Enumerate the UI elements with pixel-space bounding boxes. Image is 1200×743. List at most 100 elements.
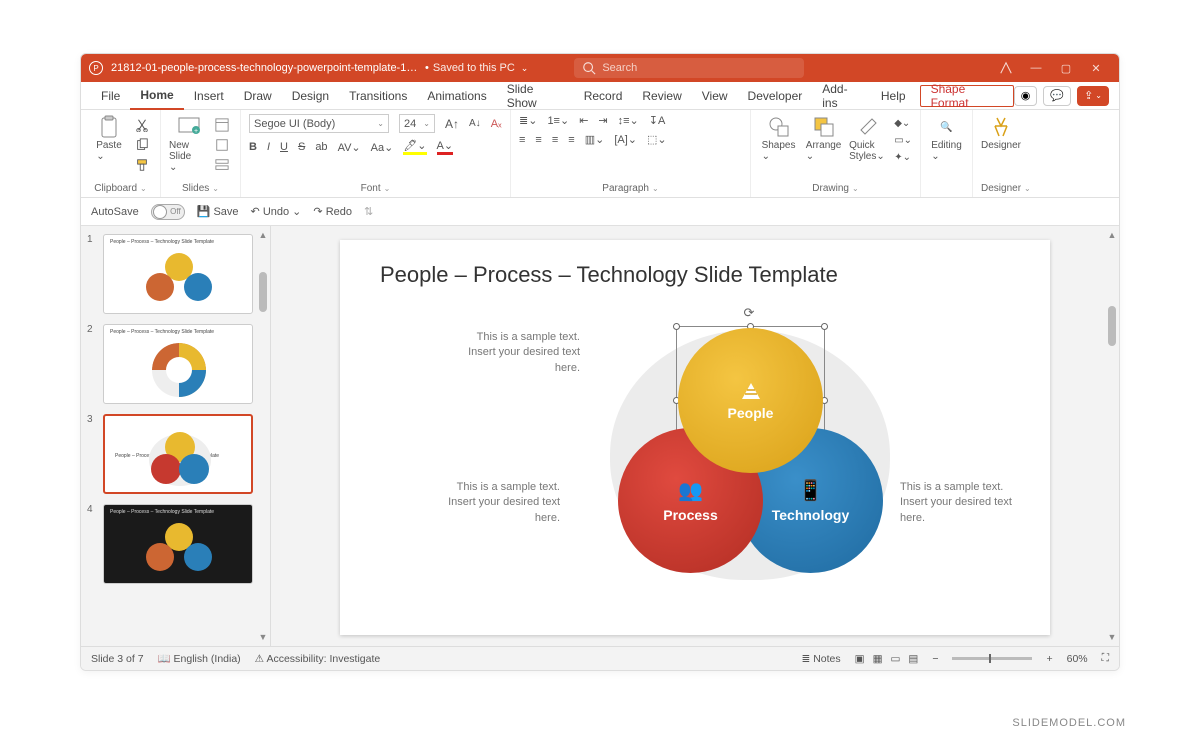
align-text-button[interactable]: [A]⌄ <box>614 133 637 146</box>
reading-view-button[interactable]: ▭ <box>891 653 901 665</box>
zoom-out-button[interactable]: − <box>932 653 938 665</box>
numbering-button[interactable]: 1≡⌄ <box>547 114 569 127</box>
spacing-button[interactable]: AV⌄ <box>338 141 361 154</box>
line-spacing-button[interactable]: ↕≡⌄ <box>618 114 639 127</box>
ribbon: Paste⌄ Clipboard + New Slide⌄ <box>81 110 1119 198</box>
tab-addins[interactable]: Add-ins <box>812 82 871 110</box>
tab-transitions[interactable]: Transitions <box>339 82 417 110</box>
normal-view-button[interactable]: ▣ <box>855 653 865 665</box>
tab-shape-format[interactable]: Shape Format <box>920 85 1014 107</box>
tab-insert[interactable]: Insert <box>184 82 234 110</box>
cut-icon[interactable] <box>135 118 149 132</box>
notes-button[interactable]: ≣ Notes <box>802 653 841 665</box>
reset-icon[interactable] <box>215 138 229 152</box>
columns-button[interactable]: ▥⌄ <box>585 133 605 146</box>
record-button[interactable]: ◉ <box>1014 86 1038 106</box>
tab-home[interactable]: Home <box>130 82 183 110</box>
tab-help[interactable]: Help <box>871 82 916 110</box>
zoom-slider[interactable] <box>952 657 1032 660</box>
tab-draw[interactable]: Draw <box>234 82 282 110</box>
indent-dec-button[interactable]: ⇤ <box>579 114 588 127</box>
font-size-select[interactable]: 24⌄ <box>399 114 435 133</box>
search-input[interactable]: Search <box>574 58 804 78</box>
editing-button[interactable]: 🔍Editing⌄ <box>929 114 964 162</box>
tab-view[interactable]: View <box>692 82 738 110</box>
highlight-button[interactable]: 🖊⌄ <box>403 139 426 155</box>
comments-button[interactable]: 💬 <box>1043 86 1071 106</box>
find-icon: 🔍 <box>936 116 958 138</box>
rotate-handle-icon[interactable]: ⟳ <box>744 305 758 319</box>
section-icon[interactable] <box>215 158 229 172</box>
redo-button[interactable]: ↷ Redo <box>313 205 352 218</box>
tab-slideshow[interactable]: Slide Show <box>497 82 574 110</box>
autosave-toggle[interactable]: Off <box>151 204 185 220</box>
italic-button[interactable]: I <box>267 141 270 153</box>
align-center-button[interactable]: ≡ <box>535 134 541 146</box>
justify-button[interactable]: ≡ <box>568 134 574 146</box>
accessibility-status[interactable]: ⚠ Accessibility: Investigate <box>255 653 381 665</box>
underline-button[interactable]: U <box>280 141 288 153</box>
fit-button[interactable]: ⛶ <box>1102 652 1109 665</box>
case-button[interactable]: Aa⌄ <box>371 141 394 154</box>
slide-canvas[interactable]: People – Process – Technology Slide Temp… <box>271 226 1119 646</box>
clear-format-icon[interactable]: Aₓ <box>491 118 502 130</box>
thumb-scrollbar[interactable]: ▲▼ <box>256 226 270 646</box>
tab-animations[interactable]: Animations <box>417 82 496 110</box>
tab-file[interactable]: File <box>91 82 130 110</box>
shape-outline-icon[interactable]: ▭⌄ <box>894 135 912 146</box>
canvas-scrollbar[interactable]: ▲▼ <box>1105 226 1119 646</box>
designer-button[interactable]: Designer <box>981 114 1021 151</box>
thumbnail-2[interactable]: 2 People – Process – Technology Slide Te… <box>87 324 264 404</box>
maximize-button[interactable]: ▢ <box>1051 54 1081 82</box>
thumbnail-1[interactable]: 1 People – Process – Technology Slide Te… <box>87 234 264 314</box>
tab-developer[interactable]: Developer <box>738 82 813 110</box>
quick-styles-button[interactable]: Quick Styles⌄ <box>849 114 888 162</box>
font-family-select[interactable]: Segoe UI (Body)⌄ <box>249 114 389 133</box>
shapes-button[interactable]: Shapes⌄ <box>759 114 798 162</box>
thumbnail-4[interactable]: 4 People – Process – Technology Slide Te… <box>87 504 264 584</box>
bullets-button[interactable]: ≣⌄ <box>519 114 537 127</box>
slideshow-view-button[interactable]: ▤ <box>908 653 918 665</box>
slide-counter[interactable]: Slide 3 of 7 <box>91 653 144 665</box>
grow-font-icon[interactable]: A↑ <box>445 117 459 131</box>
tab-record[interactable]: Record <box>574 82 633 110</box>
align-right-button[interactable]: ≡ <box>552 134 558 146</box>
shadow-button[interactable]: ab <box>315 141 327 153</box>
copy-icon[interactable] <box>135 138 149 152</box>
layout-icon[interactable] <box>215 118 229 132</box>
tab-design[interactable]: Design <box>282 82 339 110</box>
sorter-view-button[interactable]: ▦ <box>873 653 883 665</box>
thumbnail-3[interactable]: 3 People – Process – Technology Slide Te… <box>87 414 264 494</box>
minimize-button[interactable]: — <box>1021 54 1051 82</box>
undo-button[interactable]: ↶ Undo ⌄ <box>251 205 302 218</box>
share-button[interactable]: ⇪ ⌄ <box>1077 86 1109 106</box>
title-chevron-icon[interactable]: ⌄ <box>521 63 529 74</box>
people-group-icon: 👥 <box>678 478 703 503</box>
format-painter-icon[interactable] <box>135 158 149 172</box>
save-button[interactable]: 💾 Save <box>197 205 239 218</box>
shape-effects-icon[interactable]: ✦⌄ <box>894 152 912 163</box>
align-left-button[interactable]: ≡ <box>519 134 525 146</box>
circle-people[interactable]: People <box>678 328 823 473</box>
zoom-level[interactable]: 60% <box>1067 653 1088 665</box>
indent-inc-button[interactable]: ⇥ <box>598 114 607 127</box>
close-button[interactable]: ✕ <box>1081 54 1111 82</box>
paste-button[interactable]: Paste⌄ <box>89 114 129 162</box>
font-color-button[interactable]: A⌄ <box>437 139 454 155</box>
arrange-button[interactable]: Arrange⌄ <box>804 114 843 162</box>
shrink-font-icon[interactable]: A↓ <box>469 118 481 129</box>
tab-review[interactable]: Review <box>632 82 691 110</box>
account-icon[interactable] <box>991 54 1021 82</box>
new-slide-button[interactable]: + New Slide⌄ <box>169 114 209 173</box>
ribbon-tabs: File Home Insert Draw Design Transitions… <box>81 82 1119 110</box>
strike-button[interactable]: S <box>298 141 305 153</box>
qat-overflow[interactable]: ⇅ <box>364 205 373 218</box>
language-status[interactable]: 📖 English (India) <box>158 652 241 665</box>
text-direction-button[interactable]: ↧A <box>649 114 666 127</box>
shape-fill-icon[interactable]: ◆⌄ <box>894 118 912 129</box>
bold-button[interactable]: B <box>249 141 257 153</box>
powerpoint-icon: P <box>89 61 103 75</box>
zoom-in-button[interactable]: + <box>1046 653 1052 665</box>
thumbnail-pane[interactable]: 1 People – Process – Technology Slide Te… <box>81 226 271 646</box>
smartart-button[interactable]: ⬚⌄ <box>647 133 667 146</box>
